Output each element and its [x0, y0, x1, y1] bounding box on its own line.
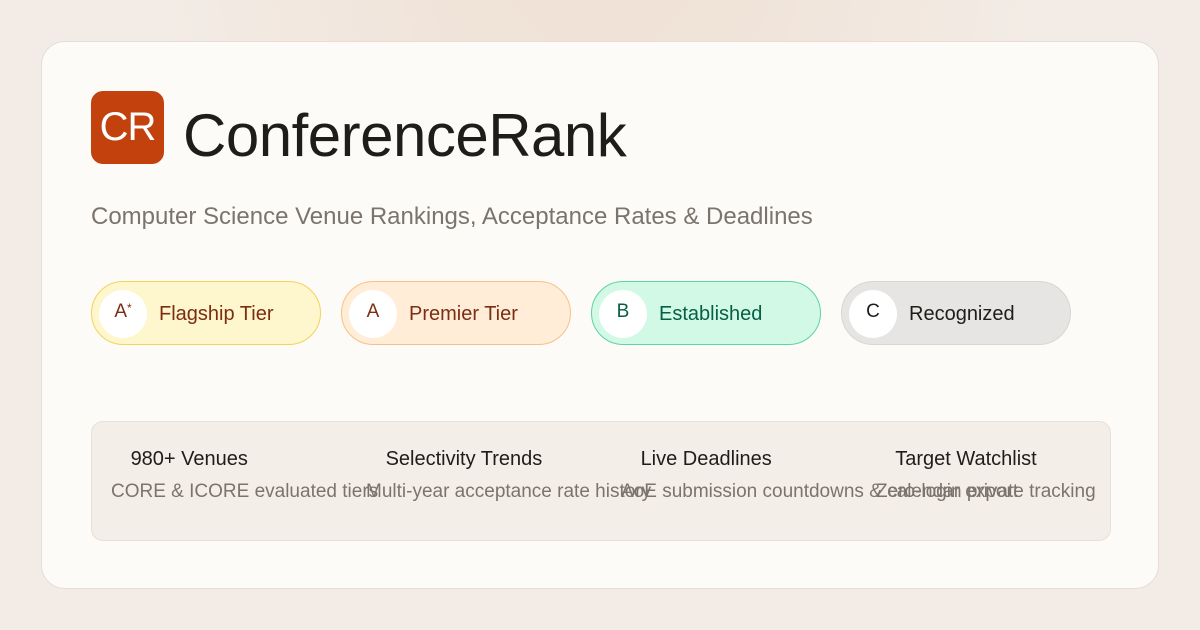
- tier-badge-a-star: A* Flagship Tier: [91, 281, 321, 345]
- tagline: Computer Science Venue Rankings, Accepta…: [91, 203, 813, 230]
- tier-badge-c: C Recognized: [841, 281, 1071, 345]
- tier-label: Recognized: [909, 303, 1015, 325]
- feature-description: AoE submission countdowns & calendar exp…: [621, 481, 1019, 502]
- tier-code: A: [349, 290, 397, 338]
- feature-title: Target Watchlist: [895, 448, 1037, 470]
- tier-code: B: [599, 290, 647, 338]
- logo: CR: [91, 91, 164, 164]
- feature-selectivity: Selectivity Trends Multi-year acceptance…: [366, 447, 652, 503]
- feature-deadlines: Live Deadlines AoE submission countdowns…: [621, 447, 1019, 503]
- tier-badge-b: B Established: [591, 281, 821, 345]
- feature-description: Multi-year acceptance rate history: [366, 481, 652, 502]
- tier-label: Flagship Tier: [159, 303, 274, 325]
- feature-watchlist: Target Watchlist Zero-login private trac…: [876, 447, 1131, 503]
- tier-label: Established: [659, 303, 763, 325]
- features-panel: 980+ Venues CORE & ICORE evaluated tiers…: [91, 421, 1111, 541]
- feature-title: Selectivity Trends: [385, 448, 543, 470]
- tier-code: A*: [99, 290, 147, 338]
- feature-description: CORE & ICORE evaluated tiers: [111, 481, 379, 502]
- promo-card: CR ConferenceRank Computer Science Venue…: [41, 41, 1159, 589]
- feature-title: Live Deadlines: [640, 448, 772, 470]
- tier-label: Premier Tier: [409, 303, 518, 325]
- tier-code: C: [849, 290, 897, 338]
- feature-title: 980+ Venues: [130, 448, 248, 470]
- feature-description: Zero-login private tracking: [876, 481, 1096, 502]
- tier-badge-a: A Premier Tier: [341, 281, 571, 345]
- feature-venues: 980+ Venues CORE & ICORE evaluated tiers: [111, 447, 379, 503]
- brand-name: ConferenceRank: [183, 102, 627, 169]
